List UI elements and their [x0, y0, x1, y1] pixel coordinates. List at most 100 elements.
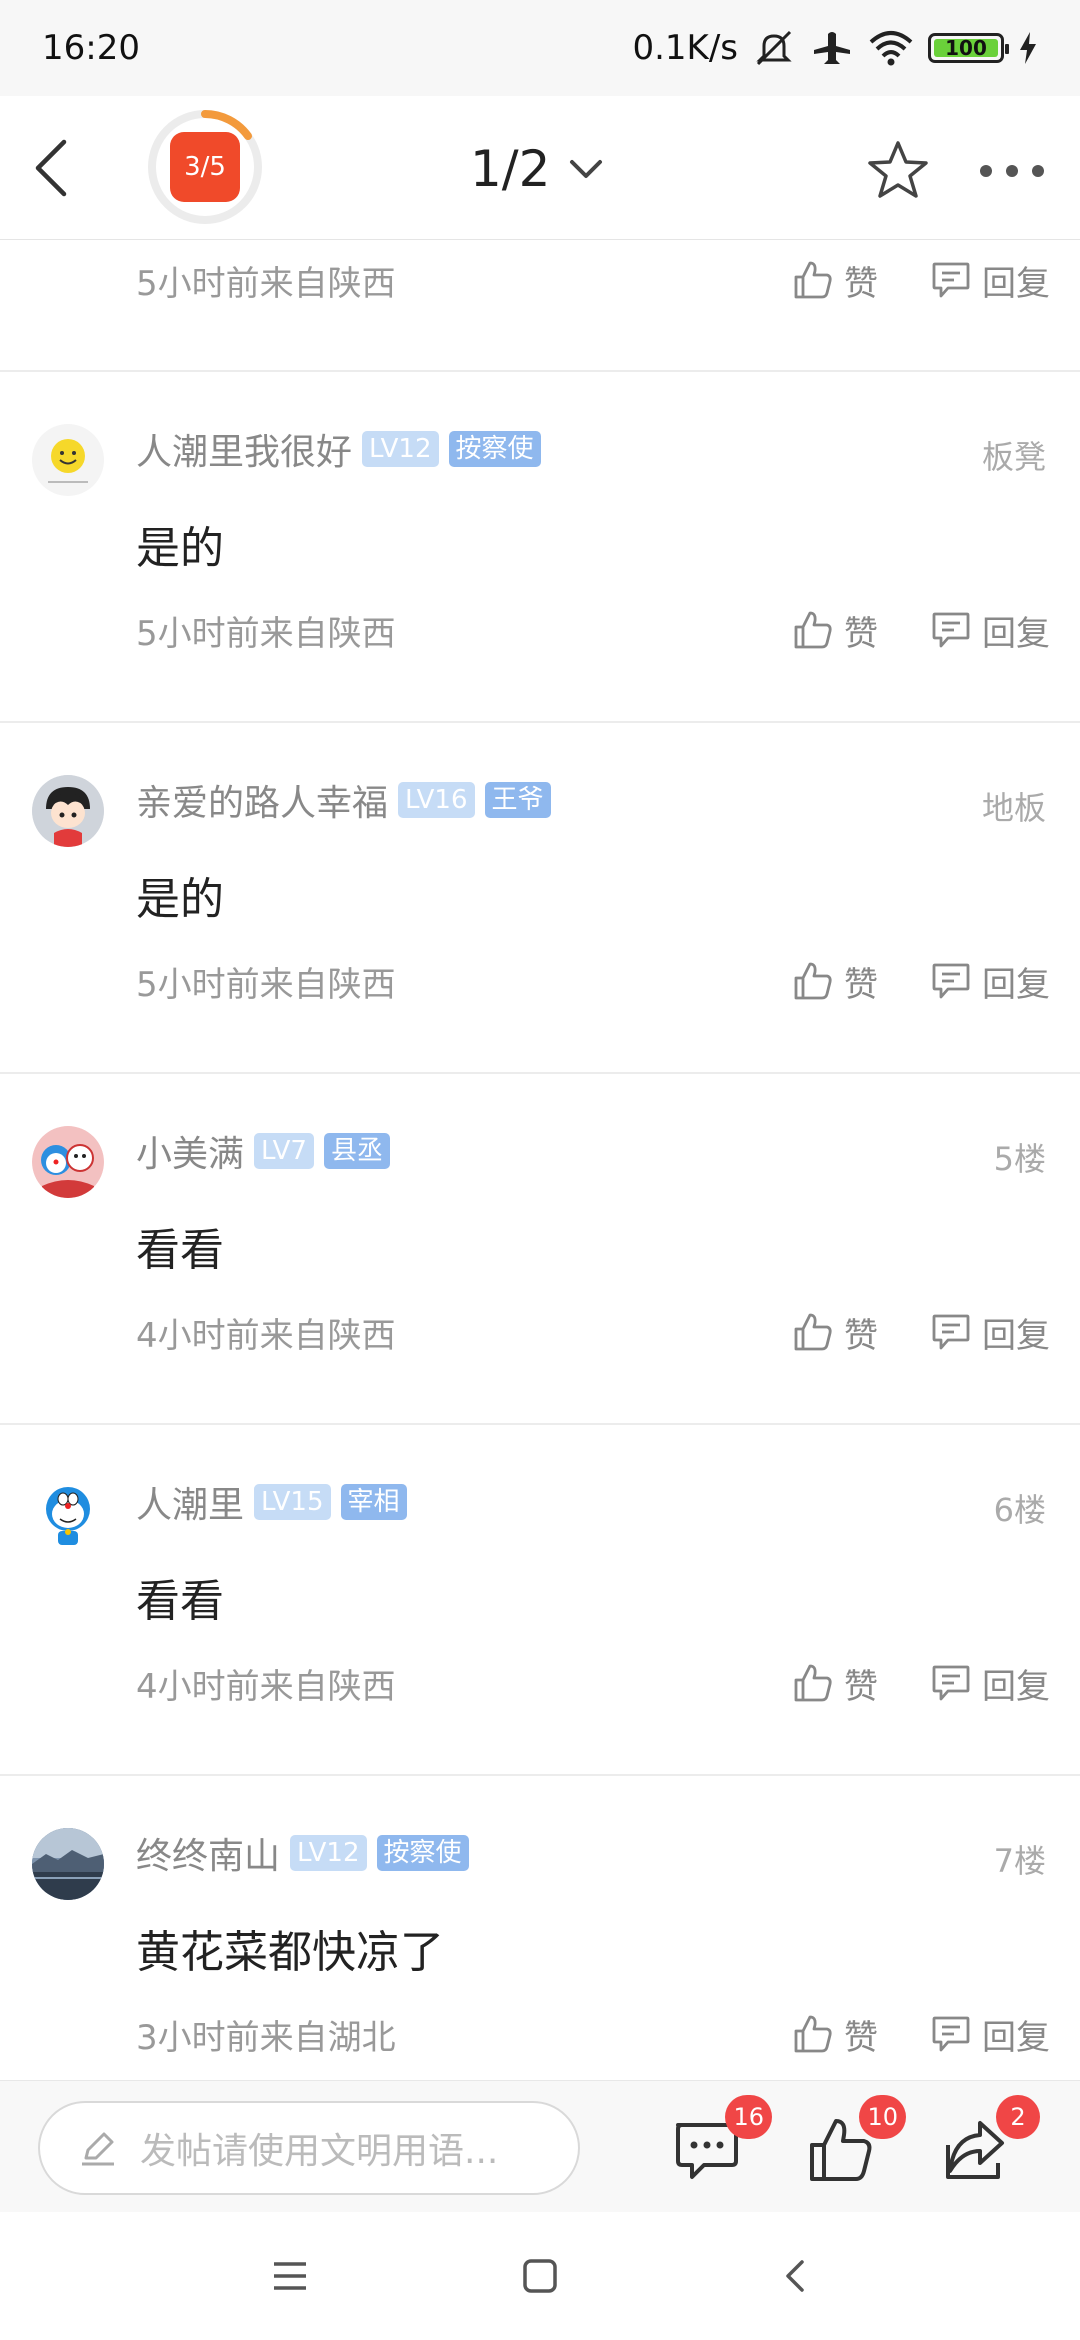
level-badge: LV15 — [254, 1484, 331, 1520]
reply-bubble-icon — [932, 1665, 970, 1701]
read-progress-badge: 3/5 — [170, 132, 240, 202]
like-post-button[interactable]: 10 — [806, 2095, 906, 2185]
reply-label: 回复 — [982, 1666, 1050, 1707]
compose-input[interactable]: 发帖请使用文明用语... — [38, 2101, 580, 2195]
username[interactable]: 终终南山 — [136, 1827, 280, 1879]
comment-meta: 3小时前来自湖北 — [136, 2017, 396, 2058]
airplane-icon — [810, 28, 854, 68]
favorite-button[interactable] — [866, 138, 930, 202]
username[interactable]: 小美满 — [136, 1125, 244, 1177]
battery-icon: 100 — [928, 33, 1009, 63]
system-back-button[interactable] — [780, 2258, 810, 2298]
like-label: 赞 — [844, 613, 878, 654]
reply-button[interactable]: 回复 — [930, 957, 1050, 1006]
pencil-icon — [82, 2132, 114, 2166]
cartoon-group-avatar-icon — [32, 1126, 104, 1198]
comment-meta-line: 3小时前来自湖北 赞 回复 — [136, 2004, 1050, 2064]
home-button[interactable] — [522, 2258, 558, 2298]
status-time: 16:20 — [42, 28, 140, 68]
floor-label: 5楼 — [993, 1140, 1046, 1178]
like-button[interactable]: 赞 — [792, 256, 878, 305]
system-navigation-bar — [0, 2212, 1080, 2340]
like-button[interactable]: 赞 — [792, 1659, 878, 1708]
comment-content: 黄花菜都快凉了 — [136, 1927, 444, 1978]
reply-button[interactable]: 回复 — [930, 2010, 1050, 2059]
avatar[interactable] — [32, 1477, 104, 1549]
reply-button[interactable]: 回复 — [930, 1659, 1050, 1708]
battery-level: 100 — [945, 36, 987, 60]
like-label: 赞 — [844, 2017, 878, 2058]
level-badge: LV16 — [398, 782, 475, 818]
thumbs-up-icon — [794, 1664, 832, 1702]
comment-meta: 4小时前来自陕西 — [136, 1315, 396, 1356]
username[interactable]: 亲爱的路人幸福 — [136, 774, 388, 826]
reply-label: 回复 — [982, 613, 1050, 654]
floor-label: 板凳 — [981, 438, 1046, 476]
reply-label: 回复 — [982, 263, 1050, 304]
more-dots-icon — [980, 165, 1044, 177]
thumbs-up-icon — [794, 611, 832, 649]
user-line: 人潮里 LV15 宰相 — [136, 1477, 407, 1527]
menu-icon — [274, 2262, 306, 2290]
back-button[interactable] — [28, 136, 88, 200]
read-progress-indicator[interactable]: 3/5 — [146, 108, 264, 226]
title-badge: 按察使 — [448, 431, 541, 467]
username[interactable]: 人潮里 — [136, 1476, 244, 1528]
like-count-badge: 10 — [859, 2095, 906, 2139]
comment-item: 终终南山 LV12 按察使 7楼 黄花菜都快凉了 3小时前来自湖北 赞 回复 — [0, 1776, 1080, 2127]
comments-button[interactable]: 16 — [672, 2095, 772, 2185]
floor-label: 7楼 — [993, 1842, 1046, 1880]
page-selector[interactable]: 1/2 — [470, 134, 604, 204]
smiley-avatar-icon — [48, 439, 88, 483]
title-badge: 县丞 — [323, 1133, 390, 1169]
avatar[interactable] — [32, 424, 104, 496]
cartoon-child-avatar-icon — [32, 775, 104, 847]
top-nav: 3/5 1/2 — [0, 96, 1080, 240]
avatar[interactable] — [32, 1828, 104, 1900]
page-number: 1/2 — [470, 140, 551, 198]
comment-meta: 5小时前来自陕西 — [136, 613, 396, 654]
avatar[interactable] — [32, 1126, 104, 1198]
comment-feed: 5小时前来自陕西 赞 回复 人潮里我很好 LV12 按察使 板凳 是的 5小时前… — [0, 240, 1080, 2127]
user-line: 终终南山 LV12 按察使 — [136, 1828, 469, 1878]
compose-placeholder: 发帖请使用文明用语... — [140, 2131, 499, 2172]
user-line: 人潮里我很好 LV12 按察使 — [136, 424, 541, 474]
comment-meta: 5小时前来自陕西 — [136, 964, 396, 1005]
reply-button[interactable]: 回复 — [930, 256, 1050, 305]
comment-item: 小美满 LV7 县丞 5楼 看看 4小时前来自陕西 赞 回复 — [0, 1074, 1080, 1425]
level-badge: LV12 — [290, 1835, 367, 1871]
comment-item: 人潮里 LV15 宰相 6楼 看看 4小时前来自陕西 赞 回复 — [0, 1425, 1080, 1776]
share-button[interactable]: 2 — [940, 2095, 1040, 2185]
comment-meta-line: 4小时前来自陕西 赞 回复 — [136, 1653, 1050, 1713]
back-chevron-icon — [786, 2260, 804, 2292]
level-badge: LV7 — [254, 1133, 314, 1169]
reply-button[interactable]: 回复 — [930, 606, 1050, 655]
charging-icon — [1018, 30, 1038, 66]
username[interactable]: 人潮里我很好 — [136, 423, 352, 475]
more-options-button[interactable] — [976, 156, 1048, 186]
reply-label: 回复 — [982, 964, 1050, 1005]
reply-bubble-icon — [932, 262, 970, 298]
title-badge: 按察使 — [376, 1835, 469, 1871]
comment-item: 5小时前来自陕西 赞 回复 — [0, 240, 1080, 372]
floor-label: 地板 — [981, 789, 1046, 827]
status-icons: 0.1K/s 100 — [632, 28, 1038, 68]
reply-button[interactable]: 回复 — [930, 1308, 1050, 1357]
reply-bubble-icon — [932, 963, 970, 999]
comment-meta-line: 4小时前来自陕西 赞 回复 — [136, 1302, 1050, 1362]
mute-icon — [752, 28, 796, 68]
back-arrow-icon — [35, 139, 67, 197]
thumbs-up-icon — [794, 962, 832, 1000]
like-button[interactable]: 赞 — [792, 1308, 878, 1357]
recent-apps-button[interactable] — [270, 2258, 310, 2298]
avatar[interactable] — [32, 775, 104, 847]
comment-content: 是的 — [136, 874, 224, 925]
bottom-action-bar: 发帖请使用文明用语... 16 10 2 — [0, 2080, 1080, 2212]
like-button[interactable]: 赞 — [792, 606, 878, 655]
title-badge: 王爷 — [484, 782, 551, 818]
like-button[interactable]: 赞 — [792, 957, 878, 1006]
landscape-avatar-icon — [32, 1828, 104, 1900]
comment-content: 看看 — [136, 1225, 224, 1276]
like-label: 赞 — [844, 1666, 878, 1707]
like-button[interactable]: 赞 — [792, 2010, 878, 2059]
